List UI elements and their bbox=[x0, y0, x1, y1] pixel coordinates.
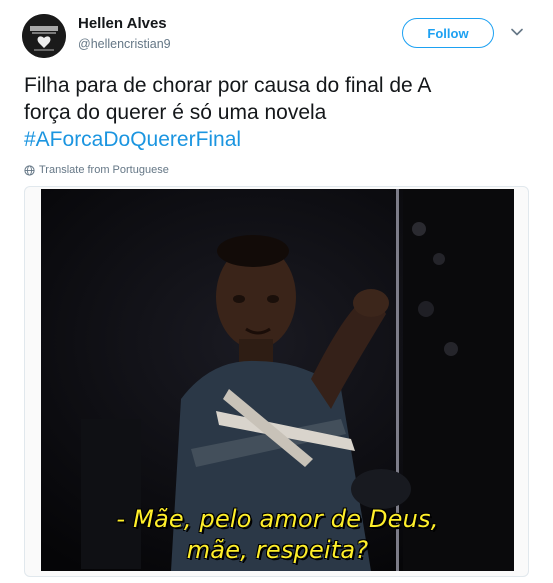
subtitle-line1: - Mãe, pelo amor de Deus, bbox=[116, 505, 439, 533]
avatar-image bbox=[22, 14, 66, 58]
meme-photo: - Mãe, pelo amor de Deus, mãe, respeita? bbox=[41, 189, 514, 571]
subtitle-line2: mãe, respeita? bbox=[186, 536, 369, 564]
tweet-text-line2: força do querer é só uma novela bbox=[24, 101, 327, 124]
globe-icon bbox=[24, 164, 35, 176]
translate-link[interactable]: Translate from Portuguese bbox=[24, 164, 169, 176]
avatar[interactable] bbox=[22, 14, 66, 58]
tweet-media[interactable]: - Mãe, pelo amor de Deus, mãe, respeita? bbox=[24, 186, 529, 577]
display-name[interactable]: Hellen Alves bbox=[78, 15, 167, 32]
follow-button[interactable]: Follow bbox=[402, 18, 494, 48]
translate-label[interactable]: Translate from Portuguese bbox=[39, 164, 169, 176]
tweet-text: Filha para de chorar por causa do final … bbox=[24, 72, 534, 153]
user-handle[interactable]: @hellencristian9 bbox=[78, 37, 171, 51]
hashtag-link[interactable]: #AForcaDoQuererFinal bbox=[24, 126, 534, 153]
tweet-header: Hellen Alves @hellencristian9 Follow bbox=[0, 0, 553, 62]
tweet-text-line1: Filha para de chorar por causa do final … bbox=[24, 74, 432, 97]
chevron-down-icon[interactable] bbox=[511, 28, 523, 36]
